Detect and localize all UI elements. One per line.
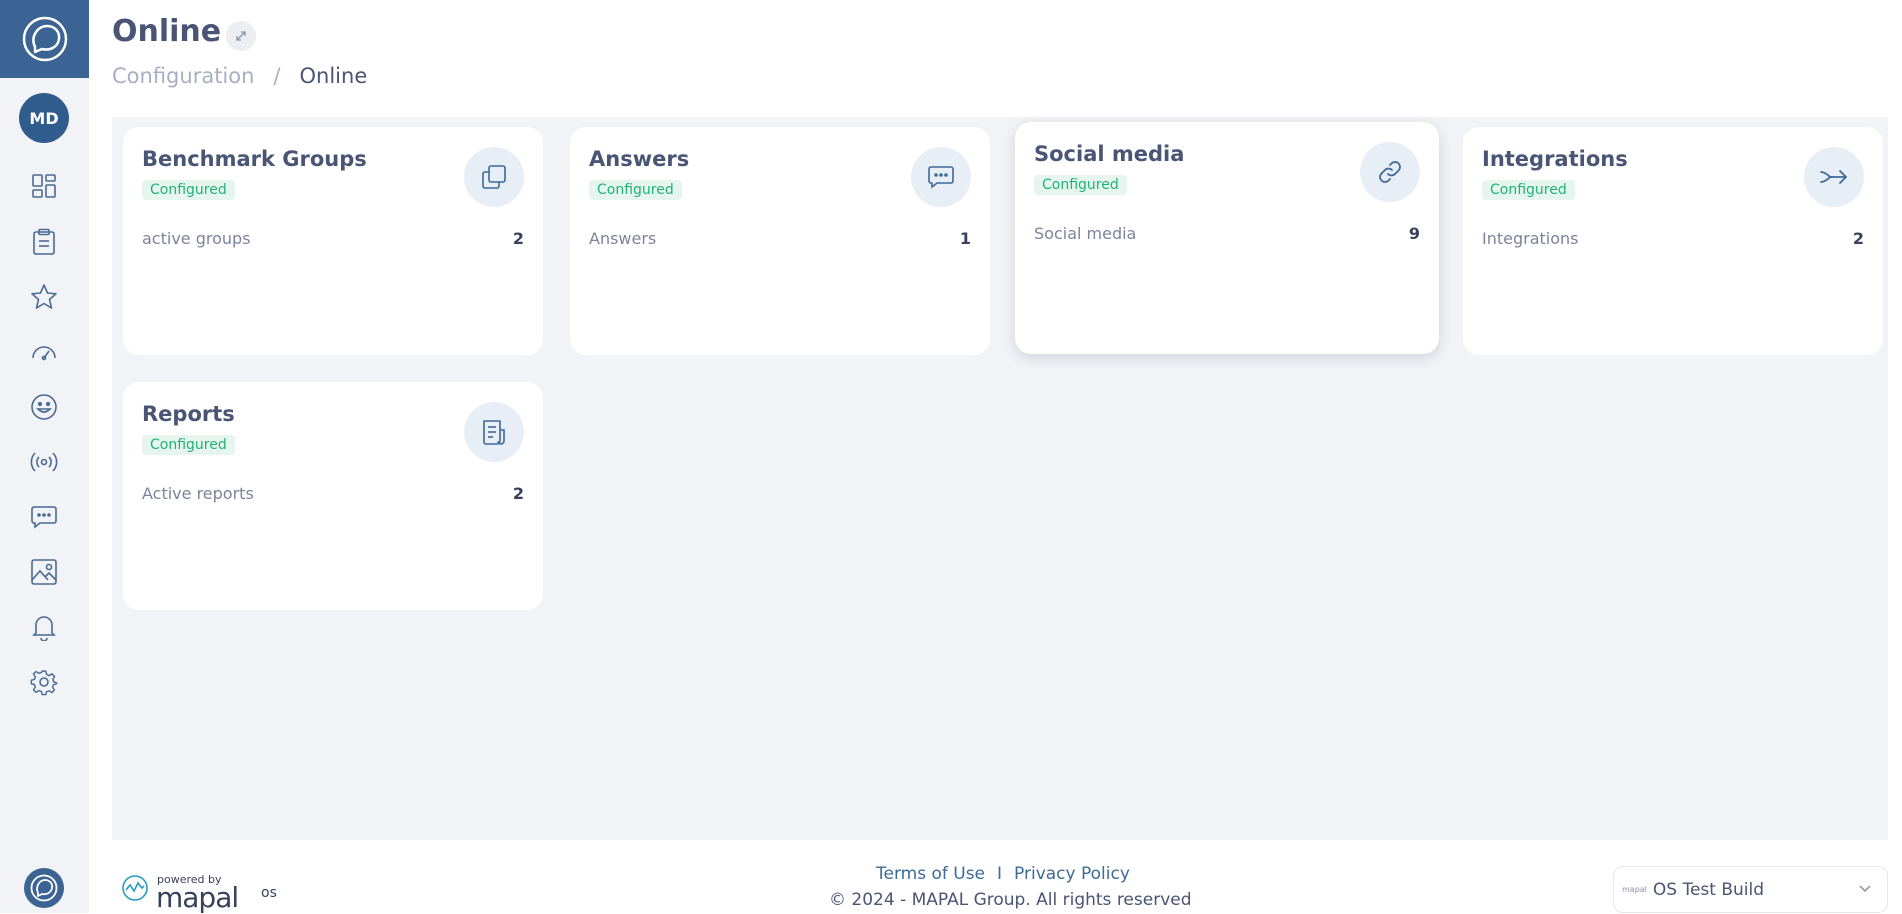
report-icon[interactable]: [464, 402, 524, 462]
card-integrations[interactable]: Integrations Configured Integrations 2: [1463, 127, 1883, 355]
metric-label: Active reports: [142, 484, 254, 503]
image-icon[interactable]: [28, 556, 60, 588]
metric-value: 2: [512, 229, 524, 248]
card-title: Social media: [1034, 142, 1185, 166]
expand-icon: [236, 31, 246, 41]
status-badge: Configured: [589, 180, 682, 200]
card-title: Integrations: [1482, 147, 1628, 171]
avatar[interactable]: MD: [19, 93, 69, 143]
build-label: OS Test Build: [1652, 879, 1765, 900]
metric-value: 2: [1852, 229, 1864, 248]
gear-icon[interactable]: [28, 666, 60, 698]
broadcast-icon[interactable]: [28, 446, 60, 478]
status-badge: Configured: [142, 180, 235, 200]
copy-icon[interactable]: [464, 147, 524, 207]
build-logo: mapal: [1622, 885, 1647, 894]
status-badge: Configured: [142, 435, 235, 455]
metric-label: Answers: [589, 229, 657, 248]
breadcrumb-configuration[interactable]: Configuration: [112, 64, 254, 88]
footer-links: Terms of Use I Privacy Policy: [876, 864, 1130, 884]
speedometer-icon[interactable]: [28, 336, 60, 368]
metric-value: 9: [1408, 224, 1420, 243]
clipboard-icon[interactable]: [28, 226, 60, 258]
card-benchmark-groups[interactable]: Benchmark Groups Configured active group…: [123, 127, 543, 355]
sidebar: MD: [0, 0, 89, 913]
terms-of-use-link[interactable]: Terms of Use: [876, 864, 985, 884]
star-icon[interactable]: [28, 281, 60, 313]
copyright-text: © 2024 - MAPAL Group. All rights reserve…: [829, 890, 1192, 910]
mapal-wave-icon: [120, 873, 150, 907]
status-badge: Configured: [1482, 180, 1575, 200]
arrow-in-icon[interactable]: [1804, 147, 1864, 207]
chat-icon[interactable]: [28, 501, 60, 533]
metric-value: 2: [512, 484, 524, 503]
metric-value: 1: [959, 229, 971, 248]
chevron-down-icon: [1859, 881, 1871, 897]
link-icon[interactable]: [1360, 142, 1420, 202]
chat-icon[interactable]: [911, 147, 971, 207]
page-header: Online Configuration / Online: [112, 0, 1902, 117]
expand-button[interactable]: [226, 21, 256, 51]
card-title: Answers: [589, 147, 690, 171]
status-badge: Configured: [1034, 175, 1127, 195]
bell-icon[interactable]: [28, 611, 60, 643]
metric-label: Integrations: [1482, 229, 1579, 248]
build-selector[interactable]: mapal OS Test Build: [1613, 866, 1888, 913]
card-title: Benchmark Groups: [142, 147, 367, 171]
app-logo[interactable]: [0, 0, 89, 78]
card-title: Reports: [142, 402, 235, 426]
metric-label: active groups: [142, 229, 251, 248]
card-social-media[interactable]: Social media Configured Social media 9: [1015, 122, 1439, 354]
mapal-brand-suffix: os: [261, 885, 277, 901]
footer-separator: I: [997, 864, 1003, 884]
privacy-policy-link[interactable]: Privacy Policy: [1014, 864, 1130, 884]
dashboard-icon[interactable]: [28, 170, 60, 202]
page-title: Online: [112, 14, 222, 49]
breadcrumb: Configuration / Online: [112, 64, 367, 88]
metric-label: Social media: [1034, 224, 1137, 243]
mapal-brand: mapal: [156, 881, 239, 914]
card-reports[interactable]: Reports Configured Active reports 2: [123, 382, 543, 610]
mapal-os-logo[interactable]: [24, 868, 64, 908]
main-content: Benchmark Groups Configured active group…: [112, 117, 1888, 840]
smiley-icon[interactable]: [28, 391, 60, 423]
app-logo-icon: [22, 16, 67, 62]
breadcrumb-separator: /: [273, 64, 281, 88]
mapal-os-logo-icon: [30, 874, 58, 902]
breadcrumb-current: Online: [299, 64, 368, 88]
card-answers[interactable]: Answers Configured Answers 1: [570, 127, 990, 355]
